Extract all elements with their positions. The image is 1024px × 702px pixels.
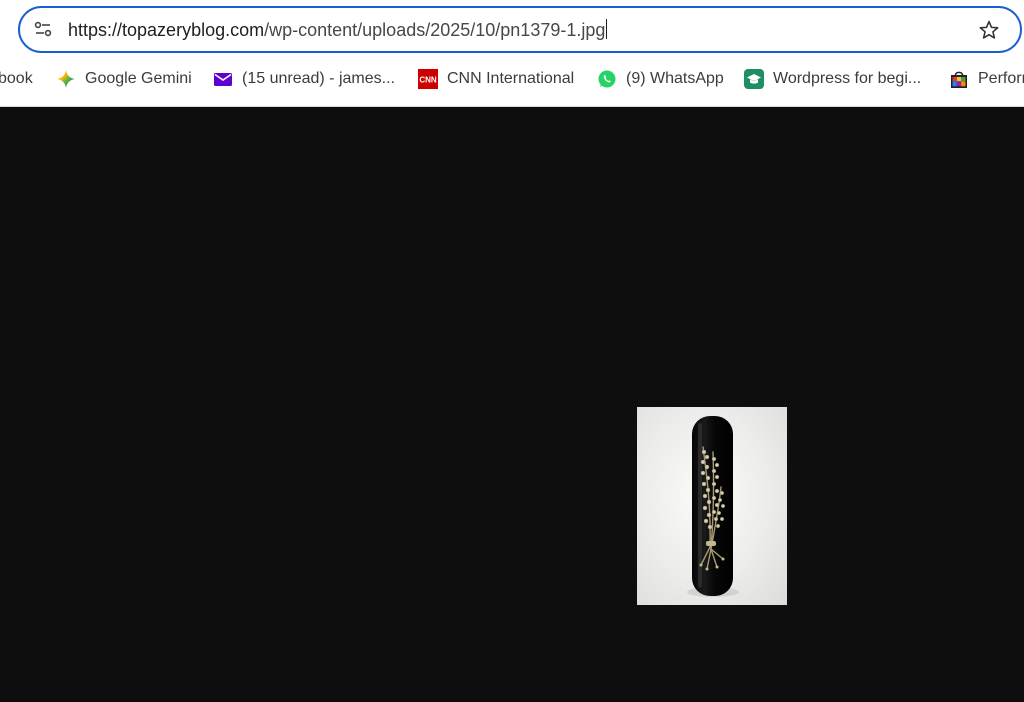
url-text[interactable]: https://topazeryblog.com/wp-content/uplo…: [68, 19, 608, 41]
image-viewer: [0, 108, 1024, 702]
bookmark-book[interactable]: book: [0, 64, 33, 94]
bookmark-wordpress-for-beginners[interactable]: Wordpress for begi...: [744, 64, 921, 94]
svg-text:CNN: CNN: [419, 76, 437, 85]
shopping-bag-icon: [951, 71, 967, 88]
star-icon[interactable]: [978, 19, 1000, 41]
mail-icon: [214, 73, 232, 86]
bookmark-cnn-international[interactable]: CNN CNN International: [418, 64, 574, 94]
bookmarks-bar: book Google Gemini (15 unread) - james..…: [0, 64, 1024, 94]
tune-icon[interactable]: [33, 19, 53, 39]
cnn-icon: CNN: [418, 69, 438, 89]
bookmark-performance[interactable]: Perforn: [949, 64, 1024, 94]
bookmark-label: (9) WhatsApp: [626, 70, 724, 87]
bookmark-label: (15 unread) - james...: [242, 70, 395, 87]
bookmark-label: Google Gemini: [85, 70, 192, 87]
gemini-icon: [57, 70, 75, 88]
bookmark-label: CNN International: [447, 70, 575, 87]
viewed-image[interactable]: [637, 407, 787, 605]
url-path: /wp-content/uploads/2025/10/pn1379-1.jpg: [264, 20, 606, 40]
bookmark-yahoo-mail[interactable]: (15 unread) - james...: [213, 64, 395, 94]
browser-chrome: https://topazeryblog.com/wp-content/uplo…: [0, 0, 1024, 107]
brooch-illustration: [687, 416, 739, 597]
whatsapp-icon: [598, 70, 616, 88]
url-host: https://topazeryblog.com: [68, 20, 265, 40]
graduation-cap-icon: [744, 69, 764, 89]
address-bar[interactable]: https://topazeryblog.com/wp-content/uplo…: [18, 6, 1022, 53]
bookmark-whatsapp[interactable]: (9) WhatsApp: [597, 64, 724, 94]
bookmark-label: book: [0, 70, 33, 87]
bookmark-label: Perforn: [978, 70, 1024, 87]
bookmark-label: Wordpress for begi...: [773, 70, 922, 87]
text-caret: [606, 19, 608, 39]
bookmark-google-gemini[interactable]: Google Gemini: [56, 64, 192, 94]
